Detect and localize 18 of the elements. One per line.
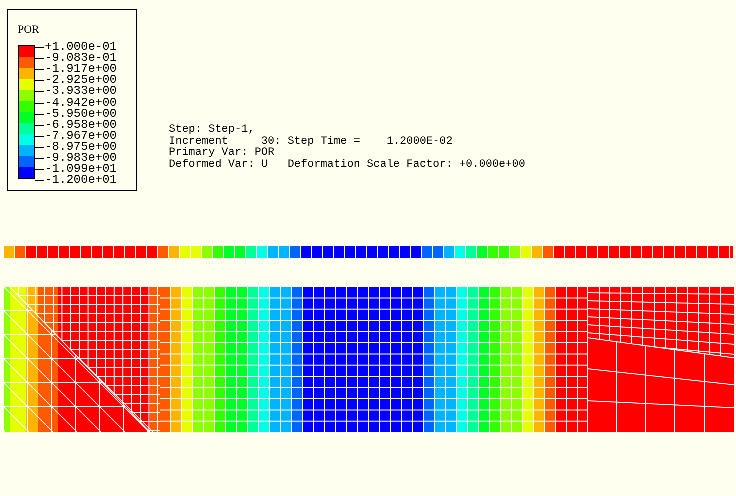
legend-label: -3.933e+00 [45,86,118,98]
legend-label: -2.925e+00 [45,75,118,86]
legend-title: POR [18,24,40,36]
info-text: Increment 30: Step Time = 1.2000E-02 [169,136,454,148]
legend-label: -1.099e+01 [45,164,118,176]
legend-label: -1.917e+00 [45,64,118,76]
legend-label: -9.983e+00 [45,152,118,164]
legend-label: -6.958e+00 [45,120,118,131]
info-text: Deformed Var: U Deformation Scale Factor: +0.000e+00 [169,160,526,172]
legend-label: -4.942e+00 [45,98,118,109]
legend-label: +1.000e-01 [45,42,118,54]
legend-label: -9.083e-01 [45,53,118,64]
legend-label: -8.975e+00 [45,142,118,153]
info-text: Step: Step-1, [169,125,256,136]
legend-label: -7.967e+00 [45,130,118,142]
legend-label: -1.200e+01 [45,175,118,186]
legend-label: -5.950e+00 [45,108,118,120]
info-text: Primary Var: POR [169,148,276,160]
